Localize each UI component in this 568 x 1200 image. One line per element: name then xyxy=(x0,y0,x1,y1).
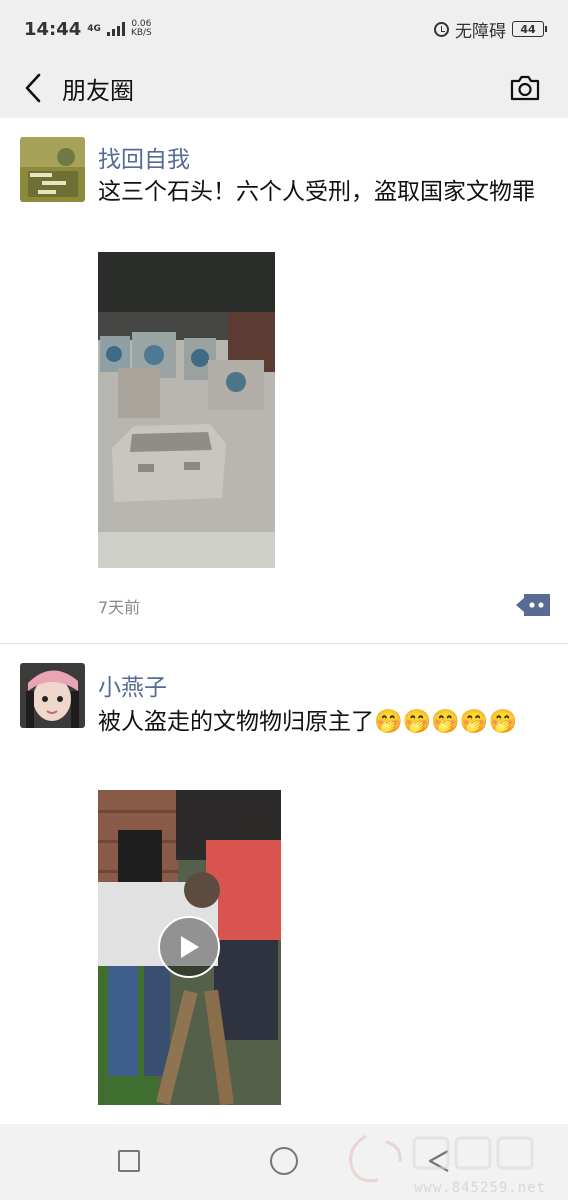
post-photo[interactable] xyxy=(98,252,275,568)
avatar[interactable] xyxy=(20,663,85,728)
network-type: 4G xyxy=(87,23,101,34)
post-timestamp: 7天前 xyxy=(98,598,141,617)
post-author[interactable]: 找回自我 xyxy=(98,140,190,174)
chevron-left-icon[interactable] xyxy=(8,58,58,118)
home-button[interactable] xyxy=(270,1147,298,1175)
alarm-icon xyxy=(434,21,449,37)
moment-post: 找回自我 这三个石头！六个人受刑，盗取国家文物罪 7天前 xyxy=(0,118,568,644)
watermark-domain: www.845259.net xyxy=(413,1180,546,1196)
battery-icon: 44 xyxy=(512,21,547,37)
battery-level: 44 xyxy=(520,22,536,36)
status-left: 14:44 4G 0.06 KB/S xyxy=(24,19,152,40)
post-author[interactable]: 小燕子 xyxy=(98,668,167,702)
video-play-icon[interactable] xyxy=(158,916,220,978)
net-speed-unit: KB/S xyxy=(130,28,152,38)
status-time: 14:44 xyxy=(24,18,82,40)
status-bar: 14:44 4G 0.06 KB/S 无障碍 44 xyxy=(0,0,568,58)
accessibility-label: 无障碍 xyxy=(455,21,506,42)
camera-icon[interactable] xyxy=(508,71,542,105)
post-text: 这三个石头！六个人受刑，盗取国家文物罪 xyxy=(98,179,535,205)
moment-post: 小燕子 被人盗走的文物物归原主了🤭🤭🤭🤭🤭 xyxy=(0,644,568,1124)
recent-apps-button[interactable] xyxy=(118,1150,140,1172)
post-video[interactable] xyxy=(98,790,281,1105)
net-speed: 0.06 KB/S xyxy=(131,20,152,38)
status-right: 无障碍 44 xyxy=(434,17,547,42)
signal-icon xyxy=(106,22,125,36)
more-actions-button[interactable] xyxy=(516,592,550,618)
post-text: 被人盗走的文物物归原主了🤭🤭🤭🤭🤭 xyxy=(98,709,518,735)
avatar[interactable] xyxy=(20,137,85,202)
page-title: 朋友圈 xyxy=(62,76,134,105)
nav-bar: 朋友圈 xyxy=(0,58,568,118)
moments-feed[interactable]: 找回自我 这三个石头！六个人受刑，盗取国家文物罪 7天前 小燕子 被人盗走的文物… xyxy=(0,118,568,1124)
